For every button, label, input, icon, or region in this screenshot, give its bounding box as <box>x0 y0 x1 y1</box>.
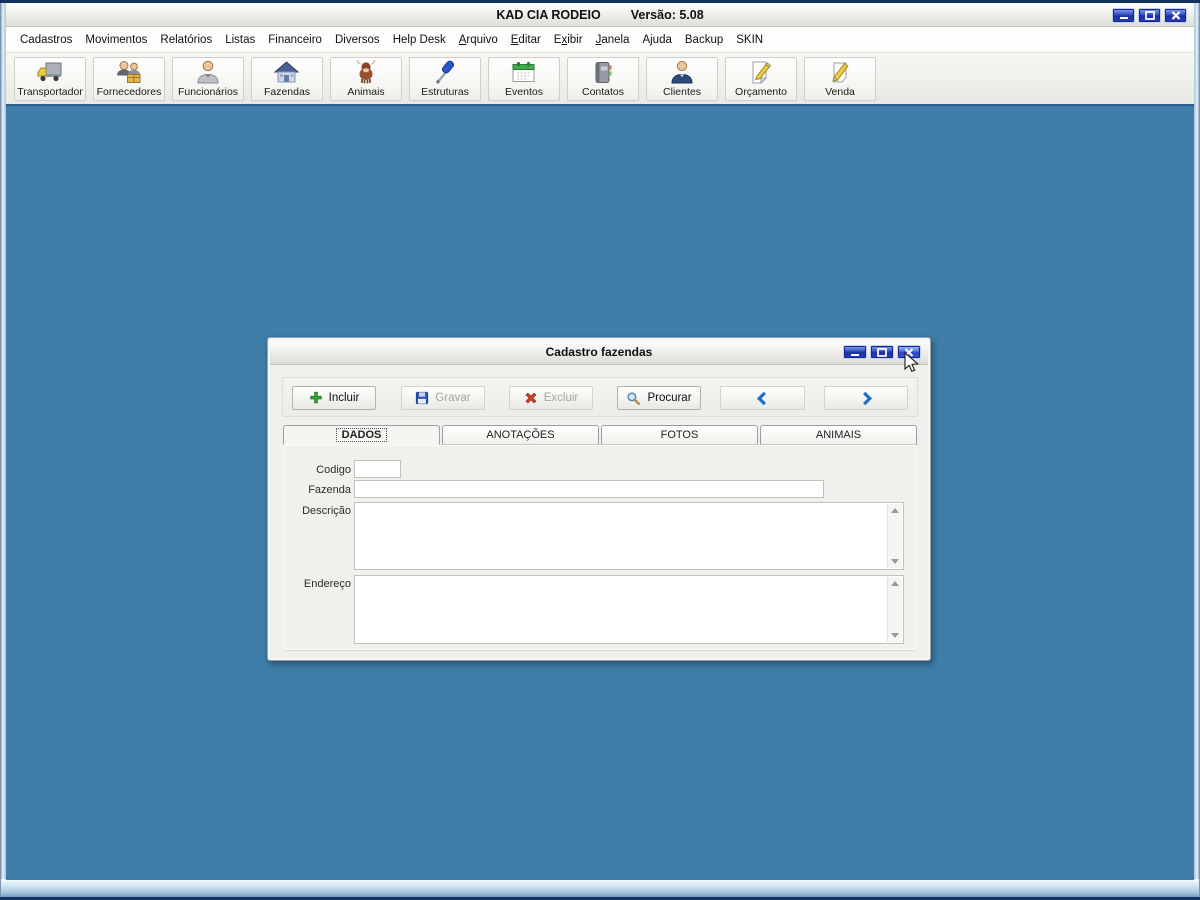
procurar-button[interactable]: Procurar <box>617 386 701 410</box>
address-book-icon <box>595 61 612 83</box>
mouse-cursor <box>904 352 920 373</box>
menu-item-janela[interactable]: Janela <box>591 31 635 49</box>
menu-item-cadastros[interactable]: Cadastros <box>15 31 77 49</box>
calendar-icon <box>512 61 535 82</box>
toolbar-button-venda[interactable]: Venda <box>804 56 876 101</box>
window-frame-bottom <box>1 879 1199 897</box>
menu-item-editar[interactable]: Editar <box>506 31 546 49</box>
scroll-down-button[interactable] <box>888 629 902 642</box>
gravar-button[interactable]: Gravar <box>401 386 485 410</box>
arrow-right-icon <box>862 391 872 405</box>
fazenda-label: Fazenda <box>308 484 351 496</box>
farm-house-icon <box>273 60 300 82</box>
app-title: KAD CIA RODEIO <box>496 7 601 22</box>
tab-bar: DADOS ANOTAÇÕES FOTOS ANIMAIS <box>283 425 917 445</box>
delete-icon <box>525 392 537 404</box>
menu-bar: Cadastros Movimentos Relatórios Listas F… <box>6 27 1194 52</box>
minimize-icon <box>851 353 859 356</box>
employee-icon <box>197 60 219 83</box>
menu-item-financeiro[interactable]: Financeiro <box>263 31 327 49</box>
menu-item-help-desk[interactable]: Help Desk <box>388 31 451 49</box>
descricao-scrollbar[interactable] <box>887 504 902 568</box>
scroll-up-button[interactable] <box>888 504 902 517</box>
scroll-up-button[interactable] <box>888 577 902 590</box>
scroll-down-button[interactable] <box>888 555 902 568</box>
toolbar-button-eventos[interactable]: Eventos <box>488 56 560 101</box>
codigo-label: Codigo <box>316 464 351 476</box>
menu-item-exibir[interactable]: Exibir <box>549 31 588 49</box>
toolbar-button-fornecedores[interactable]: Fornecedores <box>93 56 165 101</box>
dialog-button-panel: Incluir Gravar Excluir Procurar <box>282 377 918 417</box>
menu-item-backup[interactable]: Backup <box>680 31 728 49</box>
menu-item-listas[interactable]: Listas <box>220 31 260 49</box>
tab-dados[interactable]: DADOS <box>283 425 440 445</box>
search-icon <box>627 391 641 405</box>
codigo-input[interactable] <box>354 460 401 478</box>
save-icon <box>416 391 429 405</box>
tab-animais[interactable]: ANIMAIS <box>760 425 917 445</box>
window-frame-right <box>1194 3 1200 897</box>
tab-anotacoes[interactable]: ANOTAÇÕES <box>442 425 599 445</box>
endereco-label: Endereço <box>303 578 351 590</box>
descricao-field <box>354 502 904 570</box>
menu-item-relatorios[interactable]: Relatórios <box>155 31 217 49</box>
window-controls <box>1112 8 1187 23</box>
triangle-down-icon <box>891 559 899 564</box>
triangle-up-icon <box>891 581 899 586</box>
toolbar-button-funcionarios[interactable]: Funcionários <box>172 56 244 101</box>
endereco-scrollbar[interactable] <box>887 577 902 642</box>
menu-item-arquivo[interactable]: Arquivo <box>454 31 503 49</box>
menu-item-ajuda[interactable]: Ajuda <box>637 31 676 49</box>
app-version: Versão: 5.08 <box>630 7 704 22</box>
sale-pencil-icon <box>832 62 849 82</box>
toolbar-button-clientes[interactable]: Clientes <box>646 56 718 101</box>
close-button[interactable] <box>1164 8 1187 23</box>
close-icon <box>1171 11 1180 20</box>
maximize-icon <box>877 347 887 357</box>
budget-pencil-icon <box>752 61 772 84</box>
menu-item-diversos[interactable]: Diversos <box>330 31 385 49</box>
excluir-button[interactable]: Excluir <box>509 386 593 410</box>
menu-item-movimentos[interactable]: Movimentos <box>80 31 152 49</box>
menu-item-skin[interactable]: SKIN <box>731 31 768 49</box>
toolbar-button-fazendas[interactable]: Fazendas <box>251 56 323 101</box>
app-titlebar: KAD CIA RODEIO Versão: 5.08 <box>6 3 1194 27</box>
endereco-field <box>354 575 904 644</box>
fazenda-input[interactable] <box>354 480 824 498</box>
triangle-down-icon <box>891 633 899 638</box>
dialog-maximize-button[interactable] <box>870 345 894 359</box>
dialog-minimize-button[interactable] <box>843 345 867 359</box>
toolbar-button-animais[interactable]: Animais <box>330 56 402 101</box>
dialog-title: Cadastro fazendas <box>545 345 653 359</box>
endereco-textarea[interactable] <box>357 577 886 642</box>
client-person-icon <box>671 60 693 83</box>
dialog-titlebar[interactable]: Cadastro fazendas <box>270 340 928 365</box>
next-record-button[interactable] <box>824 386 908 410</box>
descricao-label: Descrição <box>302 505 351 517</box>
minimize-icon <box>1119 17 1128 19</box>
toolbar-button-transportador[interactable]: Transportador <box>14 56 86 101</box>
triangle-up-icon <box>891 508 899 513</box>
toolbar-button-orcamento[interactable]: Orçamento <box>725 56 797 101</box>
minimize-button[interactable] <box>1112 8 1135 23</box>
tab-fotos[interactable]: FOTOS <box>601 425 758 445</box>
dialog-cadastro-fazendas: Cadastro fazendas Incluir Gravar Excluir… <box>267 337 931 661</box>
toolbar-button-estruturas[interactable]: Estruturas <box>409 56 481 101</box>
incluir-button[interactable]: Incluir <box>292 386 376 410</box>
arrow-left-icon <box>756 391 766 405</box>
maximize-button[interactable] <box>1138 8 1161 23</box>
suppliers-icon <box>117 60 141 83</box>
add-icon <box>309 391 322 404</box>
previous-record-button[interactable] <box>720 386 805 410</box>
maximize-icon <box>1144 11 1155 20</box>
descricao-textarea[interactable] <box>357 504 886 568</box>
toolbar: Transportador Fornecedores Funcionários … <box>6 52 1194 104</box>
screwdriver-icon <box>435 60 455 84</box>
toolbar-button-contatos[interactable]: Contatos <box>567 56 639 101</box>
cow-icon <box>356 59 376 83</box>
truck-icon <box>37 62 62 81</box>
